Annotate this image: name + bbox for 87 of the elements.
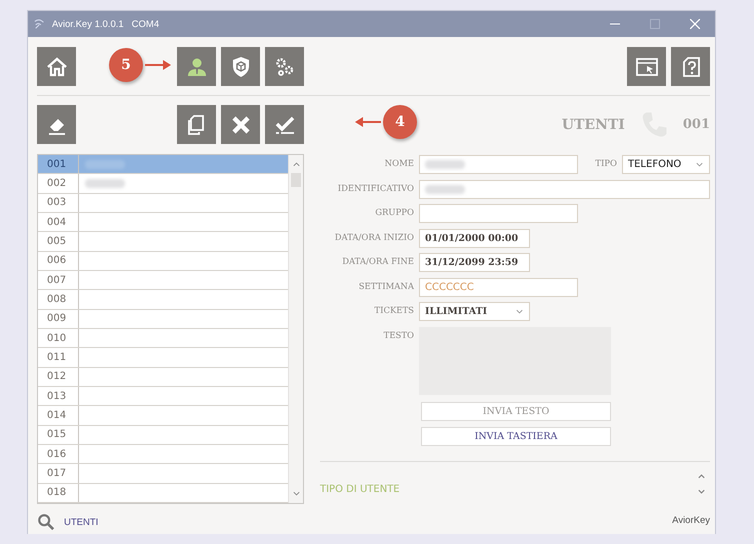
search-icon[interactable] [37, 513, 55, 531]
row-number: 001 [38, 155, 79, 174]
port-label: COM4 [132, 18, 160, 30]
list-row[interactable]: 006 [38, 252, 288, 271]
field-label: TIPO [595, 158, 618, 171]
list-row[interactable]: 004 [38, 212, 288, 232]
home-icon [44, 54, 68, 78]
list-row[interactable]: 011 [38, 348, 288, 368]
row-number: 018 [38, 484, 79, 502]
chevron-down-icon [695, 162, 704, 168]
list-row[interactable]: 012 [38, 368, 288, 387]
field-label: NOME [384, 158, 415, 171]
row-number: 015 [38, 426, 79, 444]
row-number: 006 [38, 252, 79, 270]
dropdown[interactable]: TELEFONO [622, 155, 710, 174]
row-number: 009 [38, 310, 79, 328]
eraser-button[interactable] [37, 105, 76, 144]
list-row[interactable]: 002 [38, 174, 288, 194]
list-row[interactable]: 018 [38, 484, 288, 503]
scroll-down-icon[interactable] [292, 491, 300, 497]
scroll-thumb[interactable] [291, 173, 301, 187]
row-number: 014 [38, 406, 79, 425]
text-field[interactable]: 01/01/2000 00:00 [419, 228, 530, 248]
brand-label: AviorKey [671, 514, 710, 526]
arrow-icon [355, 117, 381, 127]
row-number: 011 [38, 348, 79, 367]
row-number: 005 [38, 232, 79, 251]
close-icon [690, 19, 700, 29]
text-field[interactable] [419, 204, 578, 223]
list-row[interactable]: 001 [38, 155, 288, 174]
window-cursor-button[interactable] [627, 47, 666, 86]
row-number: 010 [38, 328, 79, 348]
field-label: DATA/ORA INIZIO [334, 232, 415, 244]
scroll-up-icon[interactable] [292, 161, 300, 167]
field-label: DATA/ORA FINE [341, 256, 415, 269]
text-field[interactable]: 31/12/2099 23:59 [419, 253, 530, 272]
list-row[interactable]: 017 [38, 464, 288, 484]
user-button[interactable] [177, 47, 216, 86]
arrow-icon [145, 60, 171, 70]
document-question-button[interactable] [671, 47, 710, 86]
row-number: 002 [38, 174, 79, 193]
callout-number: 4 [383, 105, 417, 139]
signal-icon [34, 18, 46, 30]
users-link[interactable]: UTENTI [64, 516, 98, 528]
list-row[interactable]: 009 [38, 310, 288, 329]
list-row[interactable]: 014 [38, 406, 288, 426]
field-label: SETTIMANA [358, 280, 415, 294]
list-row[interactable]: 005 [38, 232, 288, 252]
field-label: GRUPPO [374, 207, 415, 220]
field-label: IDENTIFICATIVO [336, 182, 415, 196]
home-button[interactable] [37, 47, 76, 86]
row-number: 003 [38, 194, 79, 212]
dropdown[interactable]: ILLIMITATI [419, 302, 530, 321]
info-title: TIPO DI UTENTE [320, 484, 400, 495]
check-button[interactable] [265, 105, 304, 144]
window-title: Avior.Key 1.0.0.1 [52, 18, 124, 30]
field-label: TESTO [382, 330, 415, 342]
row-number: 017 [38, 464, 79, 483]
list-row[interactable]: 008 [38, 290, 288, 310]
maximize-icon [650, 19, 660, 29]
shield-cube-button[interactable] [221, 47, 260, 86]
list-row[interactable]: 015 [38, 426, 288, 445]
scroll-up-icon[interactable] [697, 472, 706, 478]
row-number: 008 [38, 290, 79, 309]
row-number: 004 [38, 212, 79, 232]
list-row[interactable]: 013 [38, 386, 288, 406]
send-button[interactable]: INVIA TASTIERA [421, 426, 611, 446]
list-row[interactable]: 007 [38, 270, 288, 290]
scrollbar[interactable] [288, 155, 303, 503]
field-label: TICKETS [373, 305, 415, 318]
row-number: 016 [38, 444, 79, 464]
section-title: UTENTI [562, 116, 625, 132]
callout-number: 5 [109, 48, 143, 82]
copy-button[interactable] [177, 105, 216, 144]
row-number: 013 [38, 386, 79, 406]
text-field[interactable] [419, 180, 710, 198]
cross-button[interactable] [221, 105, 260, 144]
row-number: 012 [38, 368, 79, 386]
row-number: 007 [38, 270, 79, 290]
list-row[interactable]: 010 [38, 328, 288, 348]
gears-button[interactable] [265, 47, 304, 86]
list-row[interactable]: 016 [38, 444, 288, 464]
text-field[interactable] [419, 155, 578, 174]
record-number: 001 [682, 117, 710, 132]
scroll-down-icon[interactable] [697, 488, 706, 494]
list-row[interactable]: 003 [38, 194, 288, 213]
chevron-down-icon [515, 308, 524, 314]
